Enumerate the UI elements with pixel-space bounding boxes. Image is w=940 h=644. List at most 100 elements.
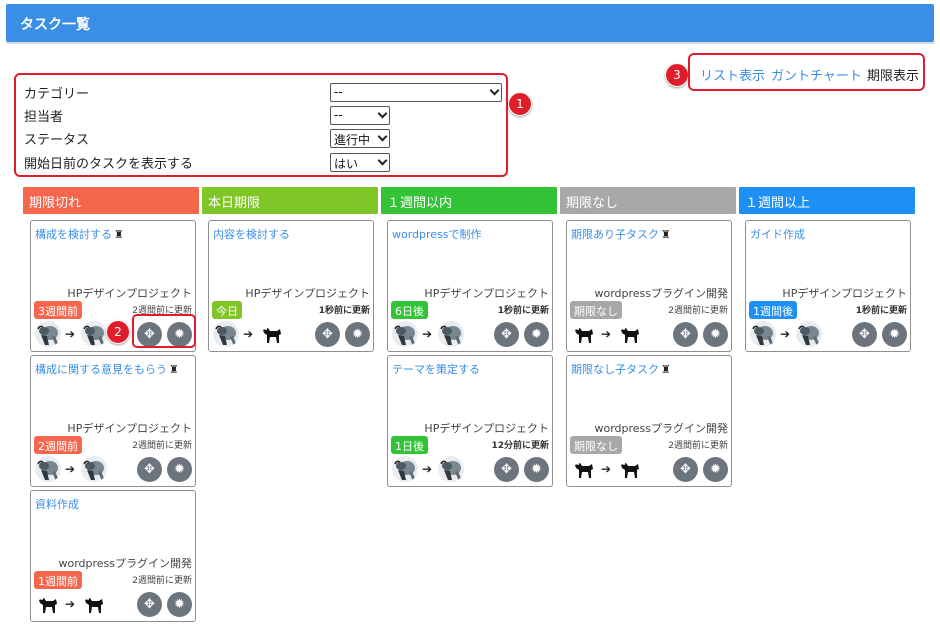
category-select[interactable]: -- — [330, 83, 502, 102]
updated-time: 2週間前に更新 — [668, 441, 728, 451]
pin-icon: ♜ — [661, 363, 671, 376]
right-arrow-icon: ➔ — [65, 597, 76, 611]
callout-3: 3 — [665, 63, 689, 87]
deadline-view-current: 期限表示 — [867, 69, 920, 84]
right-arrow-icon: ➔ — [601, 462, 612, 476]
callout-2-highlight — [132, 314, 196, 348]
updated-time: 1秒前に更新 — [855, 306, 907, 316]
task-title[interactable]: 期限あり子タスク ♜ — [571, 226, 671, 242]
header-divider — [6, 42, 934, 44]
move-arrows-icon[interactable]: ✥ — [673, 457, 698, 482]
project-name: HPデザインプロジェクト — [424, 287, 549, 300]
move-arrows-icon[interactable]: ✥ — [673, 322, 698, 347]
assignee-select[interactable]: -- — [330, 106, 390, 125]
task-title-text: ガイド作成 — [750, 228, 805, 241]
list-view-link[interactable]: リスト表示 — [700, 65, 765, 84]
assignee-label: 担当者 — [24, 110, 64, 125]
task-card[interactable]: wordpressで制作 HPデザインプロジェクト 1秒前に更新 6日後 ➔ ✥ ✹ — [387, 220, 553, 352]
task-title-text: 内容を検討する — [213, 228, 290, 241]
gear-icon[interactable]: ✹ — [167, 592, 192, 617]
right-arrow-icon: ➔ — [65, 462, 76, 476]
project-name: wordpressプラグイン開発 — [594, 422, 728, 435]
move-arrows-icon[interactable]: ✥ — [852, 322, 877, 347]
task-card[interactable]: 期限なし子タスク ♜ wordpressプラグイン開発 2週間前に更新 期限なし ➔ ✥ ✹ — [566, 355, 732, 487]
task-title[interactable]: 構成を検討する ♜ — [35, 226, 124, 242]
avatar-assignee — [81, 321, 107, 347]
show-before-start-select[interactable]: はい — [330, 153, 390, 172]
right-arrow-icon: ➔ — [422, 327, 433, 341]
move-arrows-icon[interactable]: ✥ — [315, 322, 340, 347]
task-title[interactable]: 資料作成 — [35, 496, 79, 512]
avatar-assigner — [750, 321, 776, 347]
gear-icon[interactable]: ✹ — [882, 322, 907, 347]
avatar-assigner — [571, 456, 597, 482]
gear-icon[interactable]: ✹ — [345, 322, 370, 347]
move-arrows-icon[interactable]: ✥ — [137, 592, 162, 617]
task-title-text: 期限あり子タスク — [571, 228, 659, 241]
show-before-start-label: 開始日前のタスクを表示する — [24, 157, 194, 172]
right-arrow-icon: ➔ — [601, 327, 612, 341]
avatar-assignee — [796, 321, 822, 347]
avatar-assignee — [617, 321, 643, 347]
task-title[interactable]: ガイド作成 — [750, 226, 805, 242]
move-arrows-icon[interactable]: ✥ — [494, 457, 519, 482]
gear-icon[interactable]: ✹ — [703, 457, 728, 482]
avatar-assigner — [392, 321, 418, 347]
filter-panel: カテゴリー -- 担当者 -- ステータス 進行中 開始日前のタスクを表示する … — [14, 73, 508, 177]
task-card[interactable]: ガイド作成 HPデザインプロジェクト 1秒前に更新 1週間後 ➔ ✥ ✹ — [745, 220, 911, 352]
column-header-today: 本日期限 — [202, 187, 378, 214]
view-switcher: リスト表示 ガントチャート 期限表示 — [688, 53, 925, 91]
status-select[interactable]: 進行中 — [330, 129, 390, 148]
avatar-assigner — [571, 321, 597, 347]
chevron-down-icon — [377, 155, 388, 166]
due-badge: 1週間前 — [34, 571, 82, 589]
right-arrow-icon: ➔ — [65, 327, 76, 341]
category-label: カテゴリー — [24, 87, 90, 102]
task-card[interactable]: 期限あり子タスク ♜ wordpressプラグイン開発 2週間前に更新 期限なし ➔ ✥ ✹ — [566, 220, 732, 352]
avatar-assignee — [81, 591, 107, 617]
chevron-down-icon — [489, 85, 500, 96]
assignee-select-value: -- — [334, 108, 343, 122]
move-arrows-icon[interactable]: ✥ — [494, 322, 519, 347]
avatar-assigner — [35, 456, 61, 482]
task-card[interactable]: 内容を検討する HPデザインプロジェクト 1秒前に更新 今日 ➔ ✥ ✹ — [208, 220, 374, 352]
task-title[interactable]: wordpressで制作 — [392, 226, 482, 242]
task-title[interactable]: 期限なし子タスク ♜ — [571, 361, 671, 377]
pin-icon: ♜ — [169, 363, 179, 376]
column-header-no-deadline: 期限なし — [560, 187, 736, 214]
avatar-assignee — [438, 321, 464, 347]
project-name: HPデザインプロジェクト — [782, 287, 907, 300]
gear-icon[interactable]: ✹ — [167, 457, 192, 482]
task-card[interactable]: 資料作成 wordpressプラグイン開発 2週間前に更新 1週間前 ➔ ✥ ✹ — [30, 490, 196, 622]
gantt-view-link[interactable]: ガントチャート — [771, 65, 862, 84]
task-title[interactable]: 構成に関する意見をもらう ♜ — [35, 361, 179, 377]
task-title-text: 構成を検討する — [35, 228, 112, 241]
updated-time: 12分前に更新 — [491, 441, 549, 451]
gear-icon[interactable]: ✹ — [524, 457, 549, 482]
chevron-down-icon — [377, 108, 388, 119]
gear-icon[interactable]: ✹ — [524, 322, 549, 347]
right-arrow-icon: ➔ — [243, 327, 254, 341]
task-title[interactable]: 内容を検討する — [213, 226, 290, 242]
updated-time: 1秒前に更新 — [318, 306, 370, 316]
show-before-start-select-value: はい — [334, 157, 359, 171]
project-name: HPデザインプロジェクト — [424, 422, 549, 435]
due-badge: 今日 — [212, 301, 242, 319]
move-arrows-icon[interactable]: ✥ — [137, 457, 162, 482]
avatar-assigner — [392, 456, 418, 482]
status-label: ステータス — [24, 133, 90, 148]
task-card[interactable]: 構成に関する意見をもらう ♜ HPデザインプロジェクト 2週間前に更新 2週間前 ➔ ✥ ✹ — [30, 355, 196, 487]
task-title-text: 期限なし子タスク — [571, 363, 659, 376]
callout-1: 1 — [508, 92, 532, 116]
task-card[interactable]: テーマを策定する HPデザインプロジェクト 12分前に更新 1日後 ➔ ✥ ✹ — [387, 355, 553, 487]
project-name: HPデザインプロジェクト — [245, 287, 370, 300]
status-select-value: 進行中 — [334, 133, 371, 147]
avatar-assignee — [81, 456, 107, 482]
gear-icon[interactable]: ✹ — [703, 322, 728, 347]
due-badge: 1日後 — [391, 436, 428, 454]
task-title[interactable]: テーマを策定する — [392, 361, 480, 377]
due-badge: 期限なし — [570, 436, 622, 454]
callout-2: 2 — [106, 320, 130, 344]
updated-time: 1秒前に更新 — [497, 306, 549, 316]
project-name: wordpressプラグイン開発 — [58, 557, 192, 570]
